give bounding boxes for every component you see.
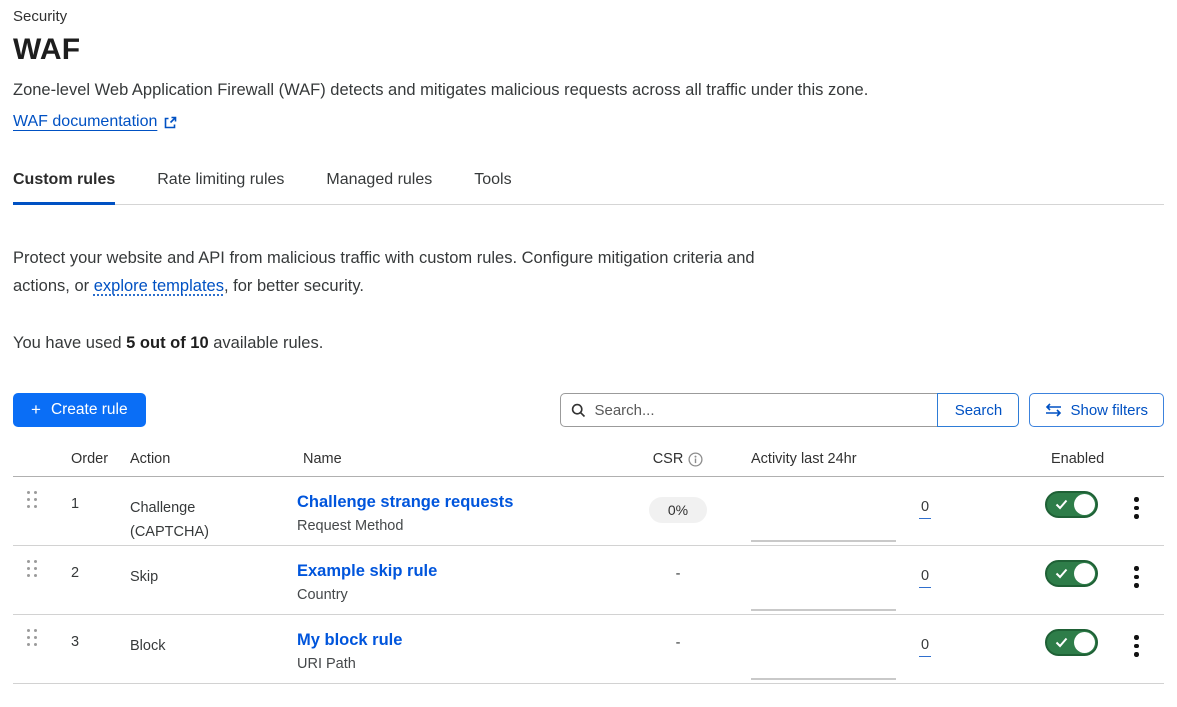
activity-sparkline: [751, 540, 896, 542]
intro-after: , for better security.: [224, 277, 364, 295]
explore-templates-link[interactable]: explore templates: [94, 277, 224, 295]
rule-order: 3: [60, 625, 124, 650]
tab-managed-rules[interactable]: Managed rules: [326, 161, 432, 205]
rule-name-link[interactable]: My block rule: [297, 631, 402, 649]
doc-link-row: WAF documentation: [13, 113, 1164, 131]
row-menu-kebab-icon[interactable]: [1131, 494, 1142, 522]
activity-cell: [737, 487, 905, 545]
activity-sparkline: [751, 678, 896, 680]
rule-order: 1: [60, 487, 124, 512]
show-filters-button[interactable]: Show filters: [1029, 393, 1164, 427]
action-line1: Challenge: [130, 496, 297, 520]
external-link-icon: [163, 115, 178, 130]
page-title: WAF: [13, 33, 1164, 67]
enabled-toggle[interactable]: [1045, 629, 1098, 656]
tab-custom-rules[interactable]: Custom rules: [13, 161, 115, 205]
toggle-knob: [1074, 494, 1095, 515]
col-name: Name: [297, 451, 619, 467]
table-header-row: Order Action Name CSR Activity last 24hr…: [13, 451, 1164, 477]
search-input[interactable]: [594, 402, 927, 419]
activity-cell: [737, 556, 905, 614]
rule-order: 2: [60, 556, 124, 581]
table-row: 2 Skip Example skip rule Country - 0: [13, 546, 1164, 615]
col-csr: CSR: [619, 451, 737, 467]
rule-name-link[interactable]: Challenge strange requests: [297, 493, 513, 511]
usage-summary: You have used 5 out of 10 available rule…: [13, 334, 1164, 353]
enabled-cell: [1045, 487, 1109, 518]
rule-field: URI Path: [297, 656, 619, 672]
search-input-wrap: [560, 393, 938, 427]
rule-action: Challenge (CAPTCHA): [124, 487, 297, 544]
activity-count-link[interactable]: 0: [919, 499, 931, 519]
col-action: Action: [124, 451, 297, 467]
breadcrumb: Security: [13, 8, 1164, 25]
info-icon[interactable]: [688, 452, 703, 467]
tab-tools[interactable]: Tools: [474, 161, 511, 205]
csr-cell: -: [619, 556, 737, 582]
toggle-knob: [1074, 632, 1095, 653]
enabled-cell: [1045, 625, 1109, 656]
drag-handle-icon[interactable]: [27, 560, 60, 577]
check-icon: [1055, 637, 1068, 648]
search-group: Search Show filters: [560, 393, 1164, 427]
show-filters-label: Show filters: [1070, 402, 1148, 419]
action-line1: Block: [130, 634, 297, 658]
col-activity: Activity last 24hr: [737, 451, 905, 467]
waf-page: Security WAF Zone-level Web Application …: [0, 0, 1177, 684]
rule-field: Country: [297, 587, 619, 603]
waf-documentation-link[interactable]: WAF documentation: [13, 113, 157, 131]
enabled-cell: [1045, 556, 1109, 587]
activity-cell: [737, 625, 905, 683]
csr-label: CSR: [653, 451, 684, 467]
activity-sparkline: [751, 609, 896, 611]
csr-cell: 0%: [619, 487, 737, 523]
tab-bar: Custom rules Rate limiting rules Managed…: [13, 161, 1164, 205]
activity-count-link[interactable]: 0: [919, 568, 931, 588]
rule-name-cell: Example skip rule Country: [297, 556, 619, 603]
csr-badge: 0%: [649, 497, 707, 523]
check-icon: [1055, 499, 1068, 510]
activity-count-cell: 0: [905, 625, 945, 653]
toolbar: + Create rule Search: [13, 393, 1164, 427]
rule-name-cell: Challenge strange requests Request Metho…: [297, 487, 619, 534]
activity-count-link[interactable]: 0: [919, 637, 931, 657]
toggle-knob: [1074, 563, 1095, 584]
plus-icon: +: [31, 400, 41, 420]
usage-count: 5 out of 10: [126, 334, 209, 352]
rules-table: Order Action Name CSR Activity last 24hr…: [13, 451, 1164, 684]
col-enabled: Enabled: [1045, 451, 1109, 467]
usage-prefix: You have used: [13, 334, 126, 352]
search-icon: [571, 403, 586, 418]
action-line2: (CAPTCHA): [130, 520, 297, 544]
enabled-toggle[interactable]: [1045, 491, 1098, 518]
row-menu-kebab-icon[interactable]: [1131, 632, 1142, 660]
rule-name-link[interactable]: Example skip rule: [297, 562, 437, 580]
row-menu-kebab-icon[interactable]: [1131, 563, 1142, 591]
rule-action: Block: [124, 625, 297, 658]
check-icon: [1055, 568, 1068, 579]
swap-arrows-icon: [1045, 403, 1062, 417]
activity-count-cell: 0: [905, 556, 945, 584]
usage-suffix: available rules.: [209, 334, 324, 352]
activity-count-cell: 0: [905, 487, 945, 515]
create-rule-label: Create rule: [51, 401, 128, 419]
rule-name-cell: My block rule URI Path: [297, 625, 619, 672]
enabled-toggle[interactable]: [1045, 560, 1098, 587]
csr-cell: -: [619, 625, 737, 651]
drag-handle-icon[interactable]: [27, 629, 60, 646]
intro-text: Protect your website and API from malici…: [13, 245, 758, 300]
tab-rate-limiting-rules[interactable]: Rate limiting rules: [157, 161, 284, 205]
search-button[interactable]: Search: [937, 393, 1019, 427]
create-rule-button[interactable]: + Create rule: [13, 393, 146, 427]
action-line1: Skip: [130, 565, 297, 589]
table-row: 3 Block My block rule URI Path - 0: [13, 615, 1164, 684]
page-description: Zone-level Web Application Firewall (WAF…: [13, 81, 1164, 100]
table-row: 1 Challenge (CAPTCHA) Challenge strange …: [13, 477, 1164, 546]
rule-field: Request Method: [297, 518, 619, 534]
rule-action: Skip: [124, 556, 297, 589]
drag-handle-icon[interactable]: [27, 491, 60, 508]
col-order: Order: [60, 451, 124, 467]
